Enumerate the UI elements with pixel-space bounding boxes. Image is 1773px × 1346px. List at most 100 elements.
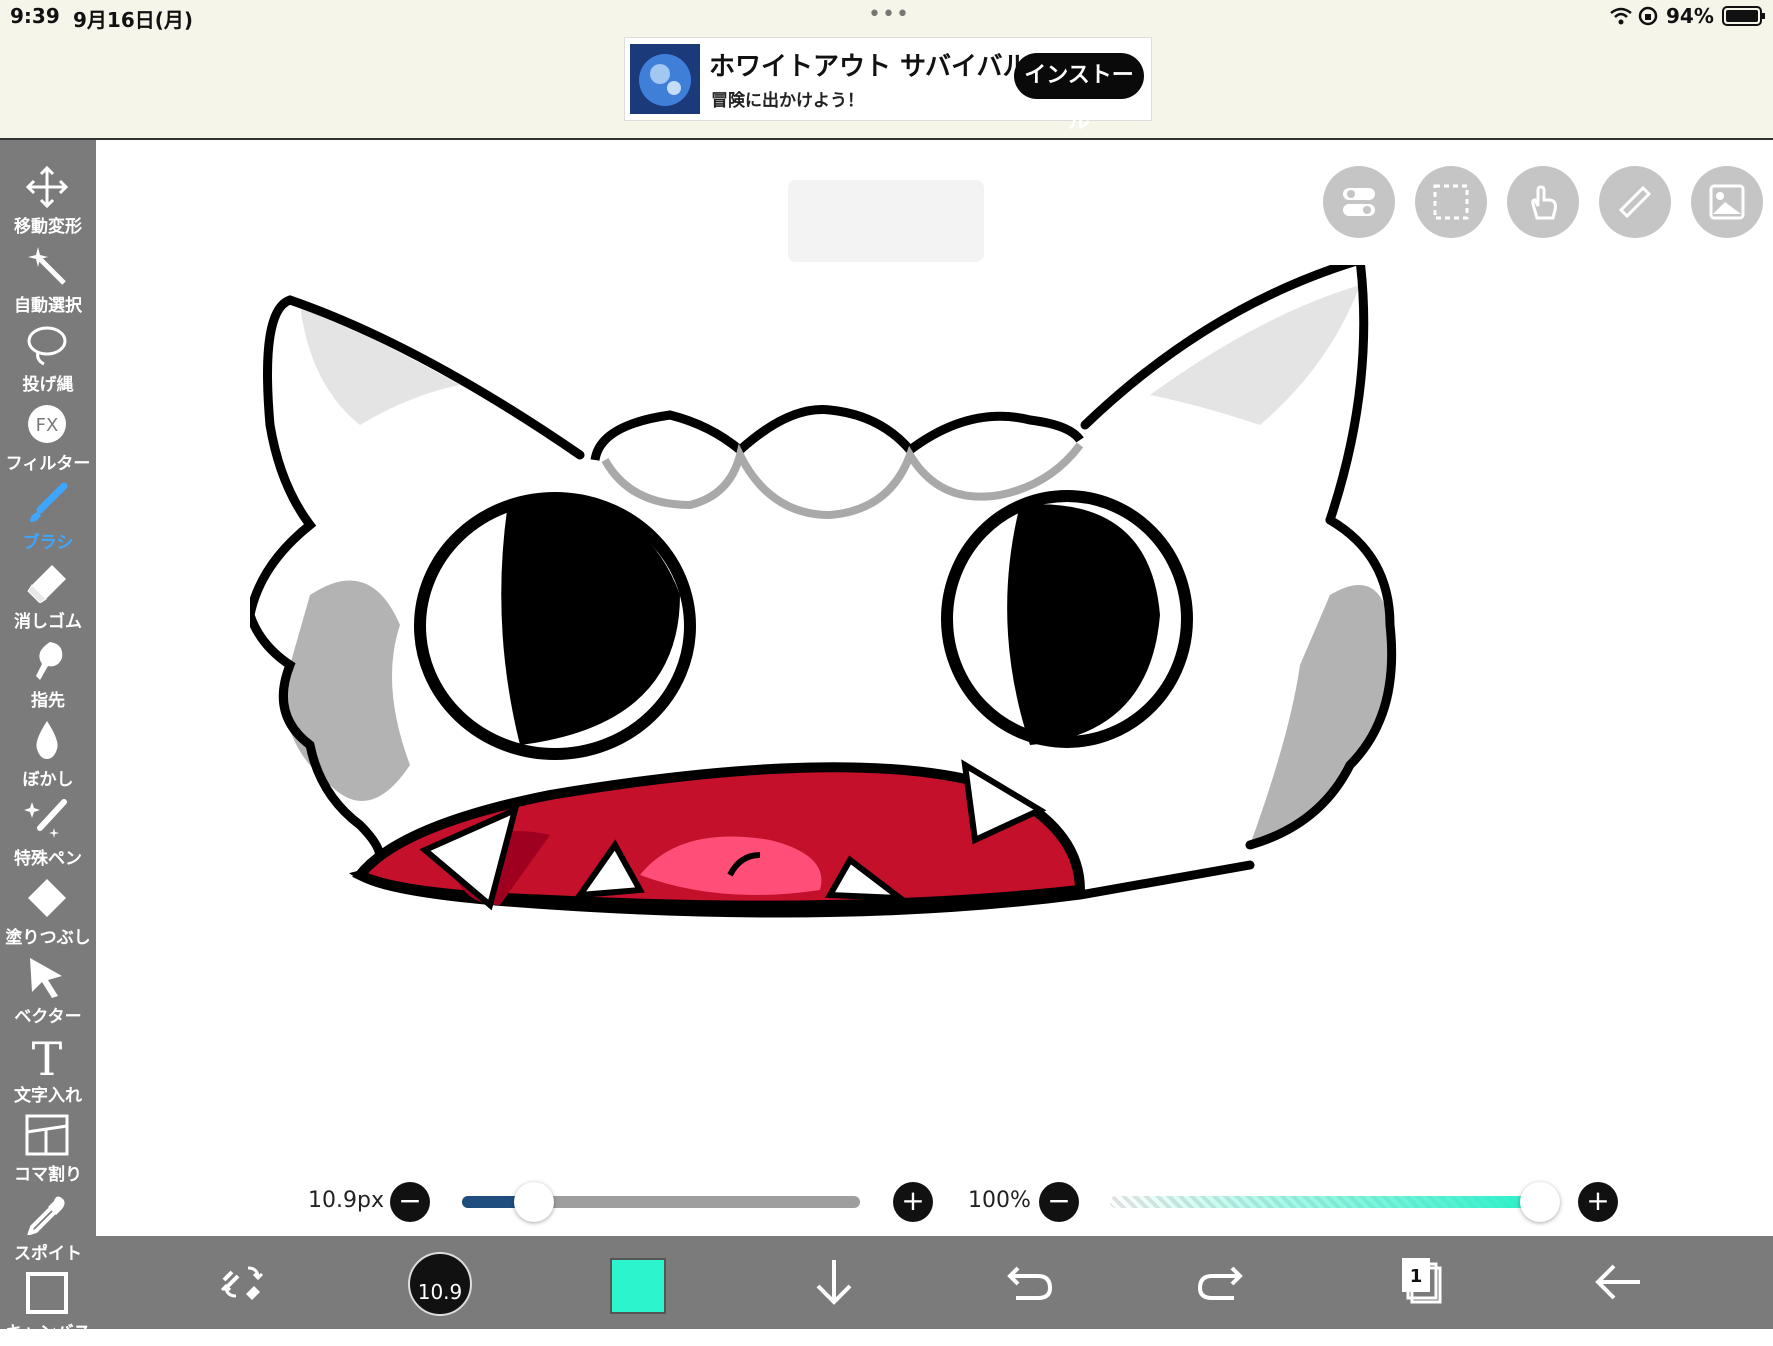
hand-button[interactable] <box>1507 166 1579 238</box>
blur-drop-icon <box>36 721 58 759</box>
hand-icon <box>1531 185 1557 220</box>
brush-icon <box>30 482 68 522</box>
game-icon <box>630 44 700 114</box>
wifi-icon <box>1610 7 1632 25</box>
left-toolbar: 移動変形 自動選択 投げ縄 FX フィルター ブラシ 消しゴム 指先 ぼかし 特… <box>0 140 96 1343</box>
cat-illustration <box>250 265 1397 918</box>
back-icon <box>1595 1264 1640 1300</box>
layers-icon: 1 <box>1402 1258 1442 1304</box>
eraser-icon <box>27 565 66 603</box>
status-time: 9:39 <box>10 4 60 28</box>
tool-filter[interactable]: FX フィルター <box>0 399 96 477</box>
battery-percent: 94% <box>1666 4 1714 28</box>
install-button[interactable]: インストール <box>1014 53 1144 134</box>
rotation-lock-icon <box>1638 6 1658 26</box>
tool-label: ベクター <box>14 1007 82 1027</box>
tool-text[interactable]: T 文字入れ <box>0 1031 96 1109</box>
save-down-icon <box>816 1260 852 1305</box>
size-increase-button[interactable]: + <box>893 1182 933 1222</box>
toggle-icon <box>1343 188 1375 216</box>
multitask-dots-icon[interactable]: ••• <box>868 2 910 27</box>
tool-finger[interactable]: 指先 <box>0 636 96 714</box>
brush-size-indicator[interactable]: 10.9 <box>408 1252 472 1316</box>
opacity-knob[interactable] <box>1520 1182 1560 1222</box>
redo-button[interactable] <box>1190 1250 1254 1314</box>
ad-banner[interactable]: ホワイトアウト サバイバル 冒険に出かけよう！ インストール <box>624 37 1152 134</box>
selection-button[interactable] <box>1415 166 1487 238</box>
swap-tools-icon <box>220 1266 264 1300</box>
layers-button[interactable]: 1 <box>1390 1250 1454 1314</box>
tool-label: 移動変形 <box>14 217 82 237</box>
fill-icon <box>28 879 66 917</box>
move-icon <box>25 166 69 208</box>
redo-icon <box>1197 1266 1243 1300</box>
swap-tools-button[interactable] <box>210 1250 274 1314</box>
tool-label: キャンバス <box>5 1323 91 1343</box>
size-decrease-button[interactable]: − <box>390 1182 430 1222</box>
tool-auto-select[interactable]: 自動選択 <box>0 241 96 319</box>
lasso-icon <box>27 326 67 366</box>
tool-move[interactable]: 移動変形 <box>0 162 96 240</box>
brush-size-value: 10.9px <box>308 1188 384 1213</box>
brush-size-knob[interactable] <box>513 1182 554 1222</box>
canvas-icon <box>26 1272 68 1314</box>
opacity-slider[interactable] <box>1110 1196 1540 1208</box>
text-icon: T <box>32 1035 63 1077</box>
status-bar: 9:39 9月16日(月) ••• 94% <box>0 0 1773 34</box>
svg-text:1: 1 <box>1410 1266 1423 1287</box>
image-button[interactable] <box>1691 166 1763 238</box>
ruler-button[interactable] <box>1599 166 1671 238</box>
panel-icon <box>25 1114 69 1156</box>
tool-eyedropper[interactable]: スポイト <box>0 1189 96 1267</box>
canvas-overlay-box <box>788 180 984 262</box>
tool-label: 消しゴム <box>14 612 82 632</box>
tool-label: ブラシ <box>22 533 74 553</box>
tool-lasso[interactable]: 投げ縄 <box>0 320 96 398</box>
tool-label: 指先 <box>31 691 65 711</box>
brush-size-badge: 10.9 <box>417 1280 463 1304</box>
opacity-fill <box>1110 1196 1540 1208</box>
opacity-value: 100% <box>968 1188 1031 1213</box>
eyedropper-icon <box>27 1196 65 1235</box>
tool-special-pen[interactable]: 特殊ペン <box>0 794 96 872</box>
finger-icon <box>36 642 63 680</box>
fx-icon: FX <box>28 405 66 443</box>
undo-button[interactable] <box>996 1250 1060 1314</box>
image-icon <box>1709 184 1745 220</box>
tool-brush[interactable]: ブラシ <box>0 478 96 556</box>
tool-panel[interactable]: コマ割り <box>0 1110 96 1188</box>
ad-subtitle: 冒険に出かけよう！ <box>711 91 864 111</box>
tool-label: 塗りつぶし <box>5 928 91 948</box>
color-chip[interactable] <box>610 1258 666 1314</box>
back-button[interactable] <box>1586 1250 1650 1314</box>
toggle-button[interactable] <box>1323 166 1395 238</box>
special-pen-icon <box>24 799 67 838</box>
tool-label: 自動選択 <box>14 296 82 316</box>
battery-icon <box>1722 6 1765 26</box>
tool-label: フィルター <box>5 454 91 474</box>
tool-label: 文字入れ <box>14 1086 82 1106</box>
selection-icon <box>1433 184 1469 220</box>
ad-band: ホワイトアウト サバイバル 冒険に出かけよう！ インストール <box>0 34 1773 140</box>
tool-vector[interactable]: ベクター <box>0 952 96 1030</box>
vector-cursor-icon <box>30 958 62 998</box>
tool-label: スポイト <box>14 1244 82 1264</box>
tool-label: ぼかし <box>22 770 74 790</box>
bottom-toolbar: 10.9 1 <box>96 1236 1773 1329</box>
tool-eraser[interactable]: 消しゴム <box>0 557 96 635</box>
svg-text:FX: FX <box>36 415 59 436</box>
status-date: 9月16日(月) <box>73 8 194 32</box>
opacity-decrease-button[interactable]: − <box>1039 1182 1079 1222</box>
undo-icon <box>1007 1266 1053 1300</box>
svg-text:T: T <box>32 1035 63 1077</box>
tool-canvas[interactable]: キャンバス <box>0 1268 96 1346</box>
ruler-icon <box>1618 185 1652 219</box>
tool-label: 特殊ペン <box>14 849 82 869</box>
ad-title: ホワイトアウト サバイバル <box>709 52 1029 82</box>
opacity-increase-button[interactable]: + <box>1578 1182 1618 1222</box>
tool-fill[interactable]: 塗りつぶし <box>0 873 96 951</box>
magic-wand-icon <box>28 247 66 285</box>
tool-label: コマ割り <box>14 1165 82 1185</box>
tool-blur[interactable]: ぼかし <box>0 715 96 793</box>
save-down-button[interactable] <box>802 1250 866 1314</box>
